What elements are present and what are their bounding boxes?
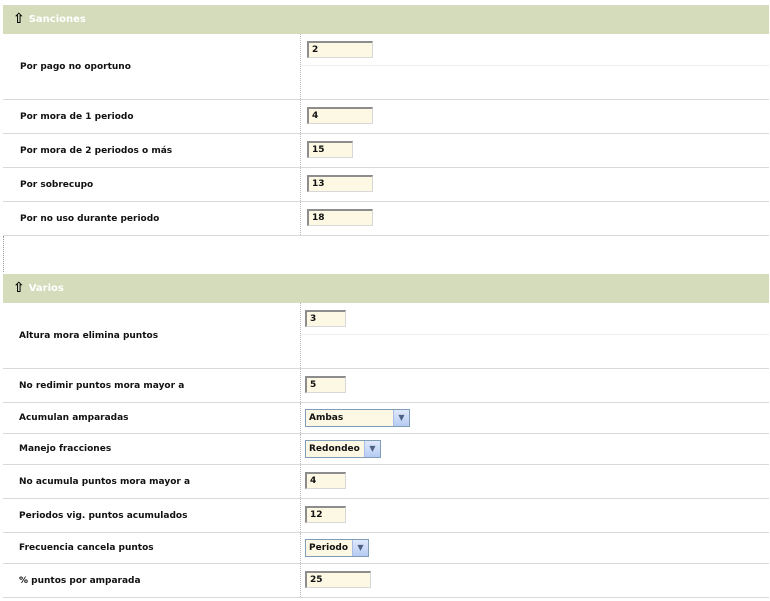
column-divider [300,369,301,402]
column-divider [300,403,301,433]
column-divider [300,168,301,201]
form-row-no-uso: Por no uso durante periodo 18 [3,202,769,236]
collapse-arrow-icon[interactable]: ⇧ [13,12,25,26]
form-row-pago-no-oportuno: Por pago no oportuno 2 [3,34,769,100]
row-inner-divider [301,334,769,335]
field-label: No redimir puntos mora mayor a [19,380,185,391]
field-label: Por no uso durante periodo [20,213,160,224]
field-label: % puntos por amparada [19,575,141,586]
mora-1-periodo-input[interactable]: 4 [307,107,373,124]
section-header-varios[interactable]: ⇧ Varios [3,274,769,303]
selected-value: Redondeo [309,444,360,454]
field-label: Por mora de 1 periodo [20,111,134,122]
field-label: Por mora de 2 periodos o más [20,145,173,156]
form-row-no-redimir: No redimir puntos mora mayor a 5 [3,369,769,403]
no-uso-input[interactable]: 18 [307,209,373,226]
field-label: No acumula puntos mora mayor a [19,476,191,487]
column-divider [300,202,301,235]
acumulan-amparadas-select[interactable]: Ambas ▼ [305,409,410,427]
selected-value: Periodo [309,543,349,553]
column-divider [300,34,301,99]
field-label: Acumulan amparadas [19,413,129,423]
section-title-sanciones: Sanciones [28,14,86,25]
column-divider [300,465,301,498]
altura-mora-input[interactable]: 3 [305,310,346,327]
form-row-puntos-amparada: % puntos por amparada 25 [3,564,769,598]
chevron-down-icon[interactable]: ▼ [352,540,368,556]
section-title-varios: Varios [28,283,64,294]
form-row-mora-2-periodos: Por mora de 2 periodos o más 15 [3,134,769,168]
row-inner-divider [301,65,769,66]
spacer-divider [3,236,4,272]
frecuencia-cancela-select[interactable]: Periodo ▼ [305,539,369,557]
field-label: Frecuencia cancela puntos [19,543,154,553]
column-divider [300,564,301,597]
field-label: Por pago no oportuno [20,61,131,72]
selected-value: Ambas [309,413,344,423]
form-row-altura-mora: Altura mora elimina puntos 3 [3,303,769,369]
pago-no-oportuno-input[interactable]: 2 [307,41,373,58]
periodos-vig-input[interactable]: 12 [305,506,346,523]
field-label: Periodos vig. puntos acumulados [19,510,188,521]
sobrecupo-input[interactable]: 13 [307,175,373,192]
column-divider [300,134,301,167]
column-divider [300,533,301,563]
no-acumula-input[interactable]: 4 [305,472,346,489]
column-divider [300,303,301,368]
form-row-sobrecupo: Por sobrecupo 13 [3,168,769,202]
no-redimir-input[interactable]: 5 [305,376,346,393]
section-header-sanciones[interactable]: ⇧ Sanciones [3,5,769,34]
form-row-frecuencia-cancela: Frecuencia cancela puntos Periodo ▼ [3,533,769,564]
column-divider [300,434,301,464]
field-label: Por sobrecupo [20,179,94,190]
chevron-down-icon[interactable]: ▼ [393,410,409,426]
field-label: Altura mora elimina puntos [19,330,159,341]
form-row-periodos-vig: Periodos vig. puntos acumulados 12 [3,499,769,533]
form-row-manejo-fracciones: Manejo fracciones Redondeo ▼ [3,434,769,465]
column-divider [300,100,301,133]
form-row-acumulan-amparadas: Acumulan amparadas Ambas ▼ [3,403,769,434]
chevron-down-icon[interactable]: ▼ [364,441,380,457]
collapse-arrow-icon[interactable]: ⇧ [13,281,25,295]
mora-2-periodos-input[interactable]: 15 [307,141,353,158]
field-label: Manejo fracciones [19,444,112,454]
manejo-fracciones-select[interactable]: Redondeo ▼ [305,440,381,458]
form-row-no-acumula: No acumula puntos mora mayor a 4 [3,465,769,499]
column-divider [300,499,301,532]
puntos-amparada-input[interactable]: 25 [305,571,371,588]
form-row-mora-1-periodo: Por mora de 1 periodo 4 [3,100,769,134]
